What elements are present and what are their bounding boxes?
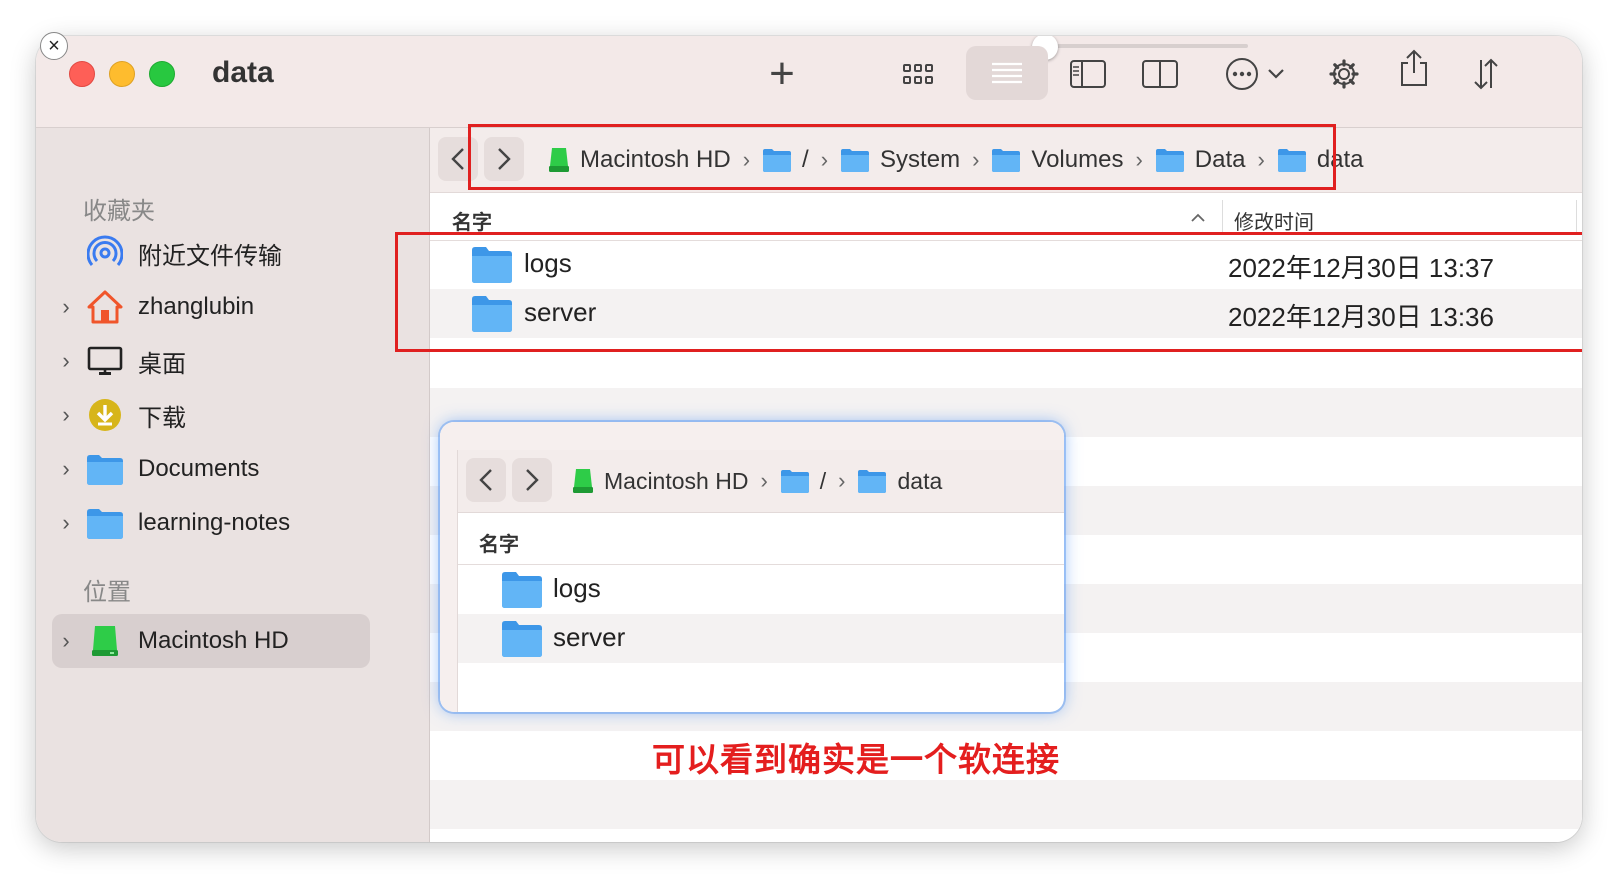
rows-highlight-box bbox=[395, 232, 1582, 352]
sort-indicator-icon[interactable] bbox=[1190, 204, 1206, 228]
chevron-right-icon[interactable]: › bbox=[52, 628, 80, 654]
inset-path-bar: Macintosh HD › / › data bbox=[458, 450, 1064, 513]
column-divider[interactable] bbox=[1222, 200, 1223, 234]
sidebar-item-airdrop[interactable]: 附近文件传输 bbox=[52, 226, 370, 280]
disk-icon bbox=[84, 621, 126, 661]
sidebar-item-home[interactable]: › zhanglubin bbox=[52, 280, 370, 334]
minimize-window-button[interactable] bbox=[109, 61, 135, 87]
breadcrumb-item[interactable]: data bbox=[857, 468, 942, 495]
settings-button[interactable] bbox=[1322, 54, 1366, 94]
empty-row bbox=[430, 780, 1582, 829]
home-icon bbox=[84, 287, 126, 327]
folder-icon bbox=[857, 468, 887, 494]
gear-icon bbox=[1329, 59, 1359, 89]
chevron-left-icon bbox=[479, 469, 492, 491]
path-highlight-box bbox=[468, 124, 1336, 190]
breadcrumb-item[interactable]: Macintosh HD bbox=[572, 468, 748, 495]
list-icon bbox=[992, 62, 1022, 84]
folder-icon bbox=[84, 503, 126, 543]
chevron-down-icon bbox=[1268, 69, 1284, 79]
window-title: data bbox=[212, 56, 274, 89]
folder-icon bbox=[500, 618, 544, 665]
sidebar: 收藏夹 附近文件传输 › zhanglubin › 桌面 › 下载 › Docu… bbox=[36, 128, 430, 842]
table-row[interactable]: server bbox=[458, 614, 1064, 663]
gallery-view-button[interactable] bbox=[1138, 54, 1182, 94]
inset-column-header: 名字 bbox=[458, 512, 1064, 565]
column-view-button[interactable] bbox=[1066, 54, 1110, 94]
file-name: server bbox=[553, 622, 626, 652]
chevron-right-icon bbox=[526, 469, 539, 491]
folder-icon bbox=[780, 468, 810, 494]
sidebar-item-learning-notes[interactable]: › learning-notes bbox=[52, 496, 370, 550]
icon-size-slider[interactable] bbox=[1048, 44, 1248, 48]
inset-finder-window: Macintosh HD › / › data 名字 logs server bbox=[440, 422, 1064, 712]
sidebar-item-downloads[interactable]: › 下载 bbox=[52, 388, 370, 442]
list-view-button[interactable] bbox=[966, 46, 1048, 100]
chevron-right-icon[interactable]: › bbox=[52, 402, 80, 428]
desktop-icon bbox=[84, 341, 126, 381]
sidebar-item-label: Documents bbox=[138, 455, 260, 482]
sidebar-item-desktop[interactable]: › 桌面 bbox=[52, 334, 370, 388]
sidebar-item-label: learning-notes bbox=[138, 509, 291, 536]
sidebar-panel-icon bbox=[1070, 60, 1106, 88]
sort-button[interactable] bbox=[1464, 54, 1508, 94]
zoom-window-button[interactable] bbox=[149, 61, 175, 87]
download-icon bbox=[84, 395, 126, 435]
annotation-caption: 可以看到确实是一个软连接 bbox=[652, 741, 1060, 778]
inset-breadcrumb: Macintosh HD › / › data bbox=[572, 463, 942, 499]
toolbar: data + bbox=[36, 36, 1582, 128]
inset-sidebar bbox=[440, 450, 458, 712]
breadcrumb-item[interactable]: / bbox=[780, 468, 826, 495]
sidebar-item-label: Macintosh HD bbox=[138, 627, 289, 654]
inset-forward-button[interactable] bbox=[512, 458, 552, 502]
chevron-right-icon[interactable]: › bbox=[52, 510, 80, 536]
more-actions-button[interactable] bbox=[1218, 54, 1292, 94]
sidebar-section-favorites: 收藏夹 bbox=[83, 198, 155, 225]
chevron-left-icon bbox=[451, 148, 464, 170]
sidebar-item-label: 附近文件传输 bbox=[138, 242, 282, 270]
inset-file-list: logs server bbox=[458, 565, 1064, 663]
sidebar-section-locations: 位置 bbox=[83, 579, 131, 606]
sidebar-item-label: zhanglubin bbox=[138, 293, 255, 320]
ellipsis-circle-icon bbox=[1226, 58, 1258, 90]
close-window-button[interactable] bbox=[69, 61, 95, 87]
folder-icon bbox=[500, 569, 544, 616]
grid-icon bbox=[903, 64, 933, 84]
sidebar-item-label: 下载 bbox=[138, 404, 186, 432]
folder-icon bbox=[84, 449, 126, 489]
chevron-right-icon[interactable]: › bbox=[52, 294, 80, 320]
close-overlay-button[interactable]: × bbox=[40, 32, 68, 60]
new-folder-button[interactable]: + bbox=[760, 49, 804, 98]
sidebar-item-label: 桌面 bbox=[138, 350, 186, 378]
icon-view-button[interactable] bbox=[896, 54, 940, 94]
sort-arrows-icon bbox=[1474, 58, 1498, 90]
file-name: logs bbox=[553, 573, 601, 603]
inset-titlebar bbox=[440, 422, 1064, 451]
sidebar-item-documents[interactable]: › Documents bbox=[52, 442, 370, 496]
share-button[interactable] bbox=[1392, 48, 1436, 88]
chevron-right-icon[interactable]: › bbox=[52, 348, 80, 374]
column-divider[interactable] bbox=[1576, 200, 1577, 234]
plus-icon: + bbox=[769, 49, 795, 98]
share-icon bbox=[1401, 49, 1427, 86]
split-view-icon bbox=[1142, 60, 1178, 88]
sidebar-item-macintosh-hd[interactable]: › Macintosh HD bbox=[52, 614, 370, 668]
chevron-right-icon[interactable]: › bbox=[52, 456, 80, 482]
table-row[interactable]: logs bbox=[458, 565, 1064, 614]
column-header-name[interactable]: 名字 bbox=[479, 528, 519, 557]
disk-icon bbox=[572, 468, 594, 494]
airdrop-icon bbox=[84, 233, 126, 273]
inset-back-button[interactable] bbox=[466, 458, 506, 502]
column-header-modified[interactable]: 修改时间 bbox=[1234, 206, 1314, 235]
column-header-name[interactable]: 名字 bbox=[452, 206, 492, 235]
